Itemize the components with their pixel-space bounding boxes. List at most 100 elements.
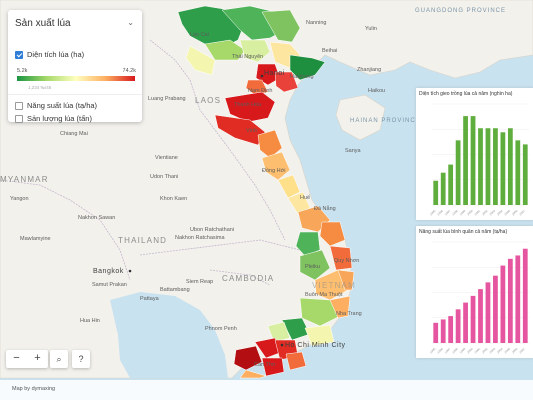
town-luang-prabang: Luang Prabang bbox=[148, 96, 186, 102]
label-hainan: HAINAN PROVINCE bbox=[350, 118, 421, 124]
city-hcmc: Ho Chi Minh City bbox=[285, 342, 346, 349]
chart-tick-label: 2002 bbox=[481, 209, 489, 217]
chart-bar[interactable] bbox=[485, 128, 491, 205]
chart-bar[interactable] bbox=[485, 282, 491, 343]
label-guangdong: GUANGDONG PROVINCE bbox=[415, 8, 506, 14]
chart-tick-label: 2006 bbox=[511, 209, 519, 217]
town-phnom-penh: Phnom Penh bbox=[205, 326, 237, 332]
town-haikou: Haikou bbox=[368, 88, 385, 94]
layer-option-area[interactable]: Diện tích lúa (ha) bbox=[15, 50, 84, 59]
chart-bar[interactable] bbox=[515, 140, 521, 205]
chart-tick-label: 2000 bbox=[466, 347, 474, 355]
chart-bar[interactable] bbox=[493, 128, 498, 205]
label-myanmar: MYANMAR bbox=[0, 175, 49, 184]
chart-bar[interactable] bbox=[448, 316, 454, 343]
town-khon-kaen: Khon Kaen bbox=[160, 196, 187, 202]
town-chiang-mai: Chiang Mai bbox=[60, 131, 88, 137]
panel-divider bbox=[8, 94, 142, 95]
label-thailand: THAILAND bbox=[118, 236, 167, 245]
chart-bar[interactable] bbox=[463, 302, 468, 343]
town-yangon: Yangon bbox=[10, 196, 29, 202]
chart-area-svg: 1995 1996 1997 1998 1999 2000 2001 2002 2003 2004… bbox=[429, 103, 529, 217]
zoom-in-button[interactable]: + bbox=[27, 350, 48, 368]
chart-bar[interactable] bbox=[507, 128, 513, 205]
chart-tick-label: 1998 bbox=[451, 347, 459, 355]
town-thai-nguyen: Thái Nguyên bbox=[232, 54, 263, 60]
chart-bar[interactable] bbox=[478, 128, 483, 205]
chart-bar[interactable] bbox=[455, 140, 461, 205]
chart-tick-label: 2006 bbox=[511, 347, 519, 355]
town-vientiane: Vientiane bbox=[155, 155, 178, 161]
chart-tick-label: 1997 bbox=[444, 347, 452, 355]
town-pleiku: Pleiku bbox=[305, 264, 320, 270]
chart-bar[interactable] bbox=[448, 164, 454, 205]
chart-bar[interactable] bbox=[507, 258, 513, 343]
chart-tick-label: 2001 bbox=[474, 209, 482, 217]
chart-bar[interactable] bbox=[440, 172, 446, 205]
chart-bar[interactable] bbox=[433, 180, 439, 205]
chart-tick-label: 2007 bbox=[518, 209, 526, 217]
chart-bar[interactable] bbox=[500, 132, 506, 205]
search-button[interactable]: ⌕ bbox=[50, 350, 68, 368]
town-sanya: Sanya bbox=[345, 148, 362, 154]
layer-label-yield: Năng suất lúa (tạ/ha) bbox=[27, 101, 98, 110]
chevron-down-icon[interactable]: ⌄ bbox=[127, 18, 134, 27]
city-dot-hanoi bbox=[260, 74, 264, 78]
chart-bar[interactable] bbox=[440, 319, 446, 343]
chart-bar[interactable] bbox=[522, 248, 528, 343]
legend-gradient-bar bbox=[17, 76, 135, 81]
town-nakhon-ratchasima: Nakhon Ratchasima bbox=[175, 235, 225, 241]
town-nakhon-sawan: Nakhon Sawan bbox=[78, 215, 115, 221]
chart-bar[interactable] bbox=[470, 295, 476, 343]
town-ubon: Ubon Ratchathani bbox=[190, 227, 234, 233]
city-dot-bangkok bbox=[128, 269, 132, 273]
layer-label-output: Sản lượng lúa (tấn) bbox=[27, 114, 92, 123]
legend-min: 5.2k bbox=[17, 68, 28, 74]
chart-tick-label: 2005 bbox=[503, 209, 511, 217]
chart-bar[interactable] bbox=[463, 116, 468, 205]
town-quy-nhon: Quy Nhơn bbox=[334, 258, 359, 264]
town-hue: Huế bbox=[300, 195, 310, 201]
chart-tick-label: 2004 bbox=[496, 209, 504, 217]
chart-bar[interactable] bbox=[493, 275, 498, 343]
chart-card-area: Diện tích gieo trồng lúa cả năm (nghìn h… bbox=[416, 88, 533, 220]
town-dong-hoi: Đồng Hới bbox=[262, 168, 285, 174]
chart-bar[interactable] bbox=[478, 289, 483, 343]
attribution-bar: Map by dymaxing bbox=[0, 380, 533, 400]
checkbox-yield[interactable] bbox=[15, 101, 23, 110]
help-button[interactable]: ? bbox=[72, 350, 90, 368]
chart-tick-label: 2003 bbox=[489, 347, 497, 355]
zoom-out-button[interactable]: − bbox=[6, 350, 27, 368]
town-udon-thani: Udon Thani bbox=[150, 174, 178, 180]
chart-bar[interactable] bbox=[500, 265, 506, 343]
city-hanoi: Hanoi bbox=[264, 70, 285, 77]
layer-option-yield[interactable]: Năng suất lúa (tạ/ha) bbox=[15, 101, 97, 110]
chart-tick-label: 1999 bbox=[459, 209, 467, 217]
chart-tick-label: 1995 bbox=[429, 347, 437, 355]
chart-card-yield: Năng suất lúa bình quân cả năm (tạ/ha) 1… bbox=[416, 226, 533, 358]
town-buon-ma-thuot: Buôn Ma Thuột bbox=[305, 292, 343, 298]
town-hua-hin: Hua Hin bbox=[80, 318, 100, 324]
chart-bar[interactable] bbox=[455, 309, 461, 343]
town-beihai: Beihai bbox=[322, 48, 337, 54]
town-haiphong: Haiphong bbox=[290, 74, 314, 80]
chart-tick-label: 1997 bbox=[444, 209, 452, 217]
checkbox-area[interactable] bbox=[15, 50, 23, 59]
chart-yield-svg: 1995 1996 1997 1998 1999 2000 2001 2002 2003 2004… bbox=[429, 241, 529, 355]
town-can-tho: Cần Thơ bbox=[254, 362, 276, 368]
chart-bar[interactable] bbox=[470, 116, 476, 205]
layer-label-area: Diện tích lúa (ha) bbox=[27, 50, 85, 59]
chart-tick-label: 2005 bbox=[503, 347, 511, 355]
label-laos: LAOS bbox=[195, 96, 221, 105]
layer-option-output[interactable]: Sản lượng lúa (tấn) bbox=[15, 114, 92, 123]
town-nam-dinh: Nam Định bbox=[248, 88, 272, 94]
town-nha-trang: Nha Trang bbox=[336, 311, 362, 317]
layer-panel: Sản xuất lúa ⌄ Diện tích lúa (ha) 5.2k 7… bbox=[8, 10, 142, 123]
town-da-nang: Đà Nẵng bbox=[314, 205, 336, 212]
chart-bar[interactable] bbox=[433, 322, 439, 343]
chart-bar[interactable] bbox=[515, 255, 521, 343]
chart-bar[interactable] bbox=[522, 144, 528, 205]
town-siem-reap: Siem Reap bbox=[186, 279, 213, 285]
checkbox-output[interactable] bbox=[15, 114, 23, 123]
town-lao-cai: Lào Cai bbox=[190, 32, 209, 38]
